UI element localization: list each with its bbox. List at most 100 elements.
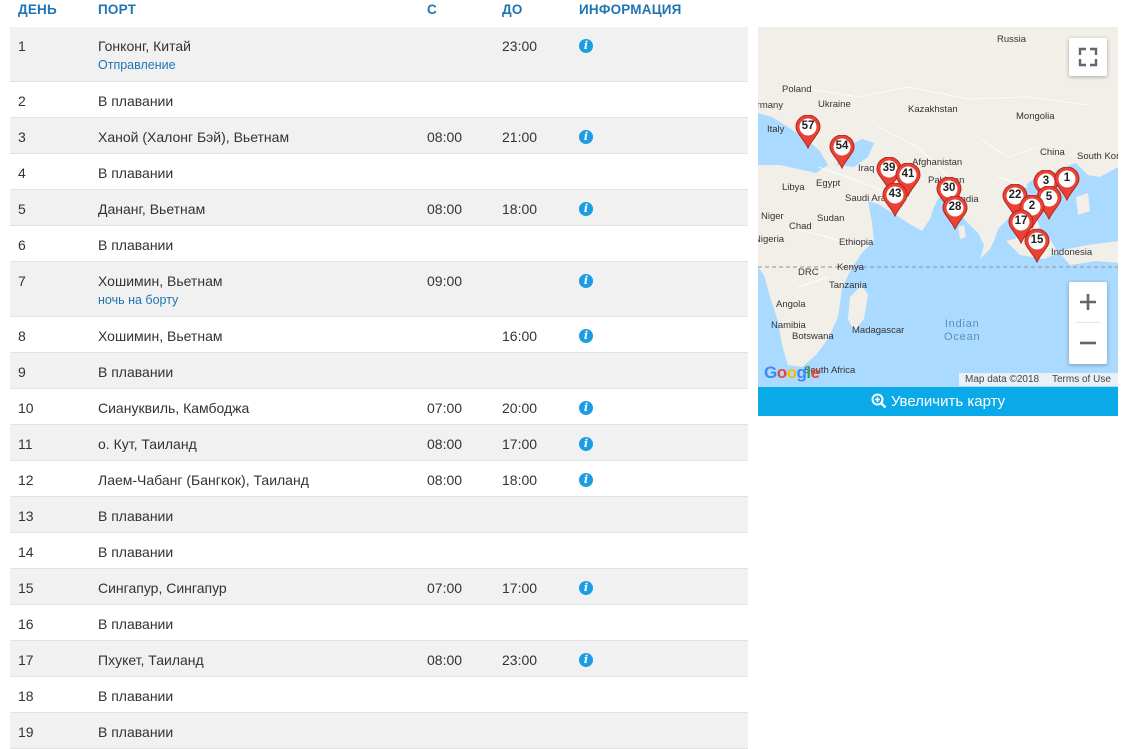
port-marker[interactable]: 15 (1024, 229, 1050, 263)
day-cell: 15 (18, 580, 34, 596)
port-name: Пхукет, Таиланд (98, 652, 204, 668)
zoom-in-button[interactable] (1069, 282, 1107, 322)
google-logo: Google (764, 363, 820, 382)
info-cell: i (579, 329, 593, 343)
port-name: Сиануквиль, Камбоджа (98, 400, 250, 416)
departure-time: 17:00 (502, 436, 538, 452)
info-cell: i (579, 202, 593, 216)
info-icon[interactable]: i (579, 581, 593, 595)
table-row: 8 Хошимин, Вьетнам 16:00 i (10, 317, 748, 353)
map-label: DRC (798, 267, 819, 278)
day-cell: 9 (18, 364, 26, 380)
departure-time: 18:00 (502, 472, 538, 488)
info-icon[interactable]: i (579, 202, 593, 216)
departure-time: 23:00 (502, 652, 538, 668)
table-row: 3 Ханой (Халонг Бэй), Вьетнам 08:00 21:00 i (10, 118, 748, 154)
info-icon[interactable]: i (579, 473, 593, 487)
map-label: Iraq (858, 163, 875, 174)
header-from: С (427, 2, 437, 17)
port-cell: В плавании (98, 363, 173, 381)
route-map[interactable]: Russia Poland Ukraine Kazakhstan Mongoli… (758, 27, 1118, 387)
port-cell: Хошимин, Вьетнам ночь на борту (98, 272, 222, 309)
map-data-credit: Map data ©2018 (965, 374, 1040, 385)
map-label: Mongolia (1016, 111, 1055, 122)
port-name: Хошимин, Вьетнам (98, 273, 223, 289)
info-cell: i (579, 274, 593, 288)
port-marker[interactable]: 28 (942, 196, 968, 230)
day-cell: 4 (18, 165, 26, 181)
map-label: Kenya (837, 262, 864, 273)
departure-time: 20:00 (502, 400, 538, 416)
port-name: Гонконг, Китай (98, 38, 191, 54)
info-icon[interactable]: i (579, 329, 593, 343)
table-body: 1 Гонконг, Китай Отправление 23:00 i 2 В плава… (10, 27, 748, 749)
port-cell: Лаем-Чабанг (Бангкок), Таиланд (98, 471, 309, 489)
port-cell: В плавании (98, 723, 173, 741)
map-label: China (1040, 147, 1065, 158)
header-info: ИНФОРМАЦИЯ (579, 2, 682, 17)
day-cell: 16 (18, 616, 34, 632)
itinerary-table: ДЕНЬ ПОРТ С ДО ИНФОРМАЦИЯ 1 Гонконг, Кита… (10, 0, 748, 749)
arrival-time: 08:00 (427, 201, 463, 217)
arrival-time: 07:00 (427, 580, 463, 596)
port-name: Дананг, Вьетнам (98, 201, 206, 217)
zoom-controls (1069, 282, 1107, 364)
header-to: ДО (502, 2, 523, 17)
table-row: 15 Сингапур, Сингапур 07:00 17:00 i (10, 569, 748, 605)
port-name: В плавании (98, 724, 174, 740)
port-name: В плавании (98, 688, 174, 704)
port-cell: Пхукет, Таиланд (98, 651, 204, 669)
table-row: 16 В плавании (10, 605, 748, 641)
port-marker[interactable]: 57 (795, 115, 821, 149)
port-cell: Дананг, Вьетнам (98, 200, 205, 218)
day-cell: 2 (18, 93, 26, 109)
departure-time: 23:00 (502, 38, 538, 54)
port-note: Отправление (98, 58, 176, 72)
info-icon[interactable]: i (579, 39, 593, 53)
terms-of-use-link[interactable]: Terms of Use (1052, 373, 1111, 386)
table-row: 18 В плавании (10, 677, 748, 713)
map-label: Madagascar (852, 325, 905, 336)
arrival-time: 08:00 (427, 129, 463, 145)
map-label: Russia (997, 34, 1027, 45)
port-name: Лаем-Чабанг (Бангкок), Таиланд (98, 472, 309, 488)
day-cell: 1 (18, 38, 26, 54)
fullscreen-button[interactable] (1069, 38, 1107, 76)
port-cell: Ханой (Халонг Бэй), Вьетнам (98, 128, 289, 146)
port-name: В плавании (98, 616, 174, 632)
day-cell: 14 (18, 544, 34, 560)
enlarge-map-button[interactable]: Увеличить карту (758, 387, 1118, 416)
arrival-time: 07:00 (427, 400, 463, 416)
map-label: Italy (767, 124, 785, 135)
info-icon[interactable]: i (579, 130, 593, 144)
info-icon[interactable]: i (579, 653, 593, 667)
day-cell: 13 (18, 508, 34, 524)
map-label: Germany (758, 100, 784, 111)
zoom-out-button[interactable] (1069, 323, 1107, 363)
map-label: South Kor (1077, 151, 1118, 162)
table-row: 4 В плавании (10, 154, 748, 190)
day-cell: 5 (18, 201, 26, 217)
port-name: В плавании (98, 237, 174, 253)
table-row: 17 Пхукет, Таиланд 08:00 23:00 i (10, 641, 748, 677)
table-row: 10 Сиануквиль, Камбоджа 07:00 20:00 i (10, 389, 748, 425)
arrival-time: 08:00 (427, 472, 463, 488)
info-icon[interactable]: i (579, 274, 593, 288)
day-cell: 12 (18, 472, 34, 488)
table-row: 9 В плавании (10, 353, 748, 389)
port-marker[interactable]: 54 (829, 135, 855, 169)
info-icon[interactable]: i (579, 401, 593, 415)
info-cell: i (579, 130, 593, 144)
port-cell: Сиануквиль, Камбоджа (98, 399, 249, 417)
day-cell: 7 (18, 273, 26, 289)
info-cell: i (579, 437, 593, 451)
table-row: 14 В плавании (10, 533, 748, 569)
info-cell: i (579, 401, 593, 415)
map-label: Egypt (816, 178, 841, 189)
departure-time: 16:00 (502, 328, 538, 344)
port-marker[interactable]: 43 (882, 183, 908, 217)
header-day: ДЕНЬ (18, 2, 57, 17)
day-cell: 18 (18, 688, 34, 704)
port-name: В плавании (98, 544, 174, 560)
info-icon[interactable]: i (579, 437, 593, 451)
